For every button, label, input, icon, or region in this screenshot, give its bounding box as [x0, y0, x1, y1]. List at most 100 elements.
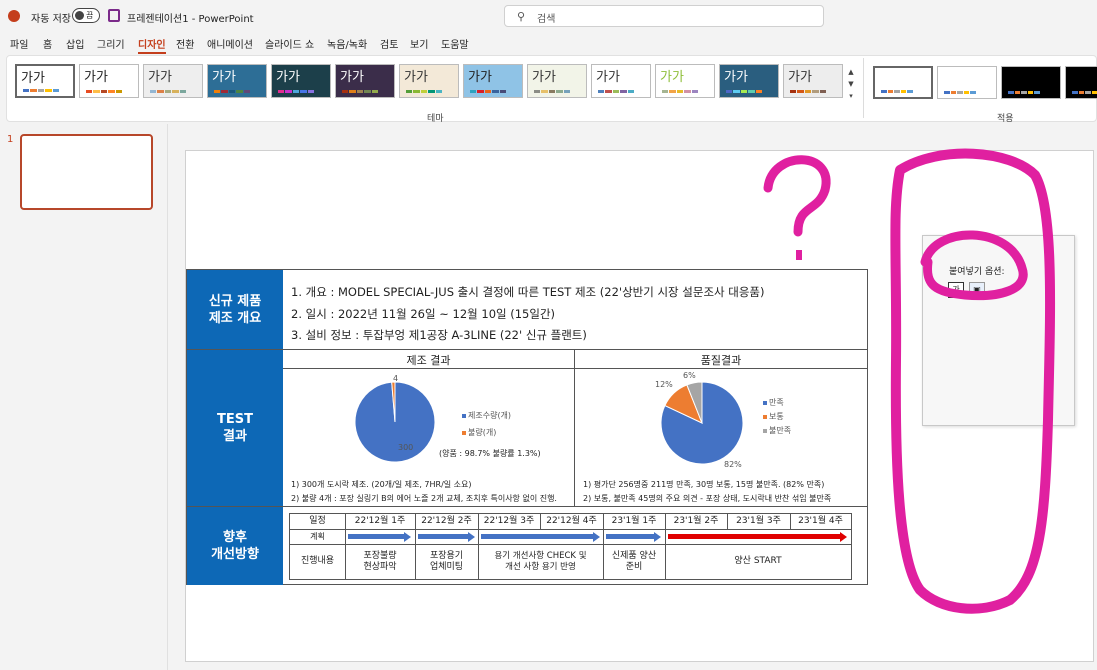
- theme-thumbnail[interactable]: 가가: [79, 64, 139, 98]
- slide-thumbnail-pane: 1: [0, 124, 168, 670]
- variant-color-bars: [944, 91, 976, 94]
- theme-thumbnail[interactable]: 가가: [591, 64, 651, 98]
- theme-thumbnail[interactable]: 가가: [783, 64, 843, 98]
- theme-color-bars: [406, 90, 443, 93]
- manufacturing-title: 제조 결과: [406, 354, 451, 367]
- week-header: 23'1월 3주: [736, 516, 781, 526]
- content-cell: 양산 START: [734, 556, 782, 566]
- autosave-toggle[interactable]: 끔: [72, 8, 100, 23]
- tab-animations[interactable]: 애니메이션: [207, 36, 253, 51]
- tab-design[interactable]: 디자인: [138, 36, 166, 54]
- theme-thumbnail[interactable]: 가가: [655, 64, 715, 98]
- tab-record[interactable]: 녹음/녹화: [327, 36, 367, 51]
- variant-color-bars: [1008, 91, 1040, 94]
- theme-thumbnail[interactable]: 가가: [207, 64, 267, 98]
- theme-sample-text: 가가: [404, 70, 428, 85]
- tab-help[interactable]: 도움말: [441, 36, 469, 51]
- variant-thumbnail[interactable]: [873, 66, 933, 99]
- chevron-up-icon[interactable]: ▲: [846, 66, 856, 78]
- theme-thumbnail[interactable]: 가가: [527, 64, 587, 98]
- slide-thumbnail[interactable]: [20, 134, 153, 210]
- theme-thumbnail[interactable]: 가가: [719, 64, 779, 98]
- plan-arrow: [481, 532, 600, 542]
- pie2-label-satisfied: 82%: [724, 460, 742, 469]
- theme-color-bars: [86, 90, 123, 93]
- content-cell: 용기 개선사항 CHECK 및 개선 사항 용기 반영: [494, 550, 587, 572]
- theme-gallery-scroll[interactable]: ▲ ▼ ▾: [846, 66, 856, 102]
- search-placeholder: 검색: [537, 14, 556, 25]
- tab-file[interactable]: 파일: [10, 36, 28, 51]
- more-icon[interactable]: ▾: [846, 90, 856, 102]
- toggle-knob: [75, 11, 84, 20]
- theme-color-bars: [23, 89, 60, 92]
- theme-thumbnail[interactable]: 가가: [399, 64, 459, 98]
- quality-title: 품질결과: [700, 354, 742, 367]
- theme-color-bars: [790, 90, 827, 93]
- variant-thumbnail[interactable]: [1065, 66, 1097, 99]
- tab-transitions[interactable]: 전환: [176, 36, 194, 51]
- paste-keep-text-icon[interactable]: 가: [948, 282, 964, 298]
- variant-thumbnail[interactable]: [937, 66, 997, 99]
- content-cell: 신제품 양산 준비: [611, 550, 657, 572]
- theme-thumbnail[interactable]: 가가: [271, 64, 331, 98]
- theme-sample-text: 가가: [340, 70, 364, 85]
- header-divider: [283, 368, 867, 369]
- file-name: 프레젠테이션1 - PowerPoint: [127, 14, 254, 25]
- theme-thumbnail[interactable]: 가가: [463, 64, 523, 98]
- chevron-down-icon[interactable]: ▼: [846, 78, 856, 90]
- tab-home[interactable]: 홈: [43, 36, 52, 51]
- theme-sample-text: 가가: [21, 71, 45, 86]
- theme-color-bars: [214, 90, 251, 93]
- paste-options-popup: 붙여넣기 옵션: 가 ▣: [922, 235, 1075, 426]
- schedule-table[interactable]: 일정 계획 진행내용 22'12월 1주 22'12월 2주 22'12월 3주…: [289, 513, 852, 580]
- schedule-label-date: 일정: [309, 516, 326, 526]
- manufacturing-note-2: 2) 불량 4개 : 포장 실링기 B의 에어 노즐 2개 교체, 조치후 특이…: [291, 494, 557, 503]
- overview-line-1: 1. 개요 : MODEL SPECIAL-JUS 출시 결정에 따른 TEST…: [291, 285, 765, 299]
- week-header: 23'1월 2주: [673, 516, 719, 526]
- theme-color-bars: [278, 90, 315, 93]
- search-box[interactable]: ⚲ 검색: [504, 5, 824, 27]
- theme-color-bars: [470, 90, 507, 93]
- theme-color-bars: [662, 90, 699, 93]
- week-header: 22'12월 1주: [354, 516, 406, 526]
- content-cell: 포장불량 현상파악: [363, 550, 397, 572]
- tab-view[interactable]: 보기: [410, 36, 428, 51]
- theme-sample-text: 가가: [596, 70, 620, 85]
- theme-sample-text: 가가: [468, 70, 492, 85]
- autosave-label: 자동 저장: [31, 14, 71, 25]
- column-divider: [574, 349, 575, 506]
- theme-thumbnail[interactable]: 가가: [335, 64, 395, 98]
- variant-thumbnail[interactable]: [1001, 66, 1061, 99]
- theme-sample-text: 가가: [788, 70, 812, 85]
- paste-options-title: 붙여넣기 옵션:: [949, 267, 1005, 277]
- pie1-legend-produced: 제조수량(개): [462, 410, 511, 421]
- plan-arrow: [348, 532, 411, 542]
- search-icon: ⚲: [517, 10, 526, 23]
- slide-number: 1: [7, 134, 14, 145]
- manufacturing-note-1: 1) 300개 도시락 제조. (20개/일 제조, 7HR/일 소요): [291, 480, 472, 489]
- variants-group-label: 적용: [997, 114, 1014, 124]
- plan-arrow: [606, 532, 661, 542]
- tab-draw[interactable]: 그리기: [97, 36, 125, 51]
- pie1-label-produced: 300: [398, 443, 414, 452]
- quality-note-1: 1) 평가단 256명중 211명 만족, 30명 보통, 15명 불만족. (…: [583, 480, 825, 489]
- theme-thumbnail[interactable]: 가가: [15, 64, 75, 98]
- plan-arrow: [418, 532, 475, 542]
- theme-thumbnail[interactable]: 가가: [143, 64, 203, 98]
- schedule-row-divider: [290, 529, 851, 530]
- theme-color-bars: [598, 90, 635, 93]
- save-icon[interactable]: [108, 9, 120, 22]
- section-overview: 신규 제품 제조 개요: [187, 270, 283, 349]
- week-header: 23'1월 4주: [798, 516, 843, 526]
- tab-review[interactable]: 검토: [380, 36, 398, 51]
- tab-slideshow[interactable]: 슬라이드 쇼: [265, 36, 314, 51]
- paste-picture-icon[interactable]: ▣: [969, 282, 985, 298]
- theme-sample-text: 가가: [212, 70, 236, 85]
- row-divider: [187, 506, 867, 507]
- tab-insert[interactable]: 삽입: [66, 36, 84, 51]
- theme-sample-text: 가가: [532, 70, 556, 85]
- design-ribbon: 가가 가가 가가 가가 가가 가가 가가 가가 가가 가가 가가 가가 가가 ▲ ▼ ▾ 테마 적용: [6, 55, 1097, 124]
- variant-color-bars: [1072, 91, 1097, 94]
- theme-color-bars: [150, 90, 187, 93]
- pie2-legend-unsatisfied: 불만족: [763, 425, 791, 436]
